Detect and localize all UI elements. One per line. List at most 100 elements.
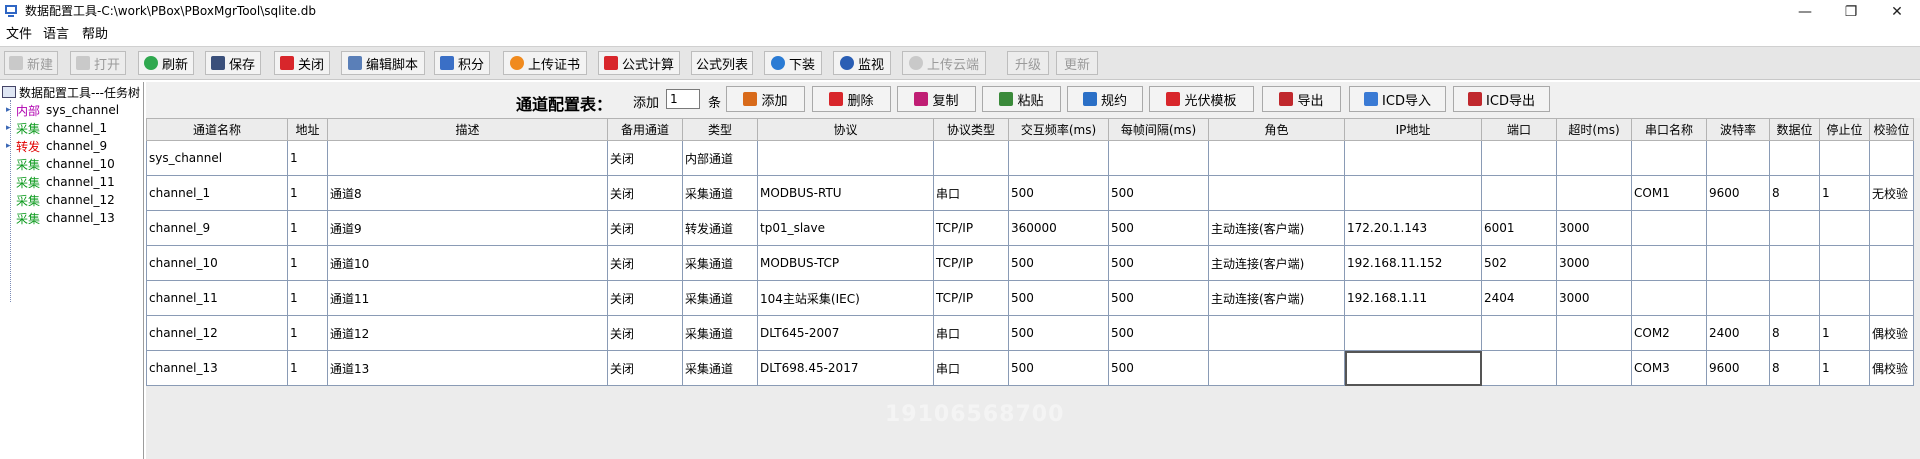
table-cell[interactable]: 关闭 xyxy=(607,315,683,351)
table-cell[interactable]: 3000 xyxy=(1556,245,1632,281)
table-cell[interactable] xyxy=(1208,315,1345,351)
table-cell[interactable] xyxy=(757,140,934,176)
close-window-button[interactable]: ✕ xyxy=(1874,0,1920,24)
table-cell[interactable]: 1 xyxy=(287,350,328,386)
table-cell[interactable] xyxy=(1819,140,1870,176)
table-cell[interactable] xyxy=(1631,140,1707,176)
column-header[interactable]: 波特率 xyxy=(1706,118,1770,141)
table-cell[interactable]: 通道13 xyxy=(327,350,608,386)
table-cell[interactable]: 3000 xyxy=(1556,210,1632,246)
table-cell[interactable] xyxy=(1819,210,1870,246)
table-cell[interactable] xyxy=(1869,210,1914,246)
table-cell[interactable]: 主动连接(客户端) xyxy=(1208,280,1345,316)
upgrade-button[interactable]: 升级 xyxy=(1007,51,1049,75)
tree-item-channel-11[interactable]: 采集 channel_11 xyxy=(6,174,115,190)
table-cell[interactable] xyxy=(1481,175,1557,211)
column-header[interactable]: 停止位 xyxy=(1819,118,1870,141)
table-cell[interactable]: 通道12 xyxy=(327,315,608,351)
column-header[interactable]: 通道名称 xyxy=(146,118,288,141)
table-cell[interactable] xyxy=(1008,140,1109,176)
table-cell[interactable]: 500 xyxy=(1008,175,1109,211)
table-cell[interactable]: 内部通道 xyxy=(682,140,758,176)
column-header[interactable]: 端口 xyxy=(1481,118,1557,141)
table-cell[interactable]: COM3 xyxy=(1631,350,1707,386)
export-button[interactable]: 导出 xyxy=(1262,86,1341,112)
table-cell[interactable]: 2404 xyxy=(1481,280,1557,316)
table-cell[interactable]: 关闭 xyxy=(607,280,683,316)
tree-item-sys-channel[interactable]: ▸ 内部 sys_channel xyxy=(6,102,119,118)
monitor-button[interactable]: 监视 xyxy=(833,51,891,75)
table-row[interactable]: channel_11 1 通道11 关闭 采集通道 104主站采集(IEC) TCP/IP 5… xyxy=(146,280,1914,316)
icd-export-button[interactable]: ICD导出 xyxy=(1453,86,1550,112)
table-cell[interactable] xyxy=(1208,140,1345,176)
copy-button[interactable]: 复制 xyxy=(897,86,976,112)
column-header[interactable]: IP地址 xyxy=(1344,118,1482,141)
table-cell[interactable] xyxy=(1869,280,1914,316)
table-cell[interactable] xyxy=(1344,315,1482,351)
add-button[interactable]: 添加 xyxy=(726,86,805,112)
table-cell[interactable] xyxy=(1769,280,1820,316)
download-button[interactable]: 下装 xyxy=(764,51,822,75)
table-row[interactable]: channel_13 1 通道13 关闭 采集通道 DLT698.45-2017 串口 500… xyxy=(146,350,1914,386)
column-header[interactable]: 校验位 xyxy=(1869,118,1914,141)
expand-arrow-icon[interactable]: ▸ xyxy=(6,141,16,151)
table-cell[interactable] xyxy=(1869,140,1914,176)
table-cell[interactable] xyxy=(1706,245,1770,281)
upload-cloud-button[interactable]: 上传云端 xyxy=(902,51,986,75)
table-cell[interactable]: 500 xyxy=(1008,350,1109,386)
table-cell[interactable]: 关闭 xyxy=(607,140,683,176)
table-cell[interactable]: 6001 xyxy=(1481,210,1557,246)
tree-item-channel-10[interactable]: 采集 channel_10 xyxy=(6,156,115,172)
table-cell[interactable] xyxy=(1769,210,1820,246)
column-header[interactable]: 协议类型 xyxy=(933,118,1009,141)
table-cell[interactable] xyxy=(1481,140,1557,176)
table-cell[interactable] xyxy=(1208,175,1345,211)
table-cell[interactable]: 500 xyxy=(1008,315,1109,351)
menu-help[interactable]: 帮助 xyxy=(82,27,108,43)
delete-button[interactable]: 删除 xyxy=(812,86,891,112)
table-cell[interactable]: channel_13 xyxy=(146,350,288,386)
solar-template-button[interactable]: 光伏模板 xyxy=(1149,86,1254,112)
table-cell[interactable]: 500 xyxy=(1108,280,1209,316)
table-cell[interactable]: 串口 xyxy=(933,315,1009,351)
table-cell[interactable] xyxy=(933,140,1009,176)
table-row[interactable]: channel_10 1 通道10 关闭 采集通道 MODBUS-TCP TCP/IP 500… xyxy=(146,245,1914,281)
table-cell[interactable] xyxy=(1706,140,1770,176)
table-cell[interactable]: 1 xyxy=(287,245,328,281)
table-cell[interactable] xyxy=(1556,350,1632,386)
table-cell[interactable]: 关闭 xyxy=(607,175,683,211)
table-cell[interactable] xyxy=(1631,280,1707,316)
table-cell[interactable]: 8 xyxy=(1769,175,1820,211)
column-header[interactable]: 数据位 xyxy=(1769,118,1820,141)
table-cell[interactable] xyxy=(1481,315,1557,351)
table-cell[interactable]: 采集通道 xyxy=(682,350,758,386)
table-cell[interactable] xyxy=(1208,350,1345,386)
table-cell[interactable]: channel_1 xyxy=(146,175,288,211)
table-cell[interactable] xyxy=(1556,315,1632,351)
paste-button[interactable]: 粘贴 xyxy=(982,86,1061,112)
column-header[interactable]: 类型 xyxy=(682,118,758,141)
menu-language[interactable]: 语言 xyxy=(43,27,69,43)
column-header[interactable]: 地址 xyxy=(287,118,328,141)
table-cell[interactable]: 偶校验 xyxy=(1869,350,1914,386)
column-header[interactable]: 交互频率(ms) xyxy=(1008,118,1109,141)
table-cell[interactable]: 500 xyxy=(1008,280,1109,316)
table-cell[interactable]: 转发通道 xyxy=(682,210,758,246)
table-cell[interactable]: 192.168.1.11 xyxy=(1344,280,1482,316)
table-cell[interactable]: 通道8 xyxy=(327,175,608,211)
table-cell[interactable]: 关闭 xyxy=(607,210,683,246)
close-button[interactable]: 关闭 xyxy=(274,51,330,75)
table-cell[interactable]: 1 xyxy=(1819,350,1870,386)
table-cell[interactable]: 1 xyxy=(287,315,328,351)
table-cell[interactable]: 8 xyxy=(1769,315,1820,351)
table-cell[interactable]: COM2 xyxy=(1631,315,1707,351)
table-cell[interactable]: channel_9 xyxy=(146,210,288,246)
table-cell[interactable]: 1 xyxy=(287,140,328,176)
maximize-button[interactable]: ❐ xyxy=(1828,0,1874,24)
integral-button[interactable]: 积分 xyxy=(434,51,490,75)
table-cell[interactable] xyxy=(1556,140,1632,176)
table-cell[interactable]: 1 xyxy=(1819,175,1870,211)
upload-certificate-button[interactable]: 上传证书 xyxy=(503,51,587,75)
table-cell[interactable]: 2400 xyxy=(1706,315,1770,351)
table-cell[interactable] xyxy=(1108,140,1209,176)
